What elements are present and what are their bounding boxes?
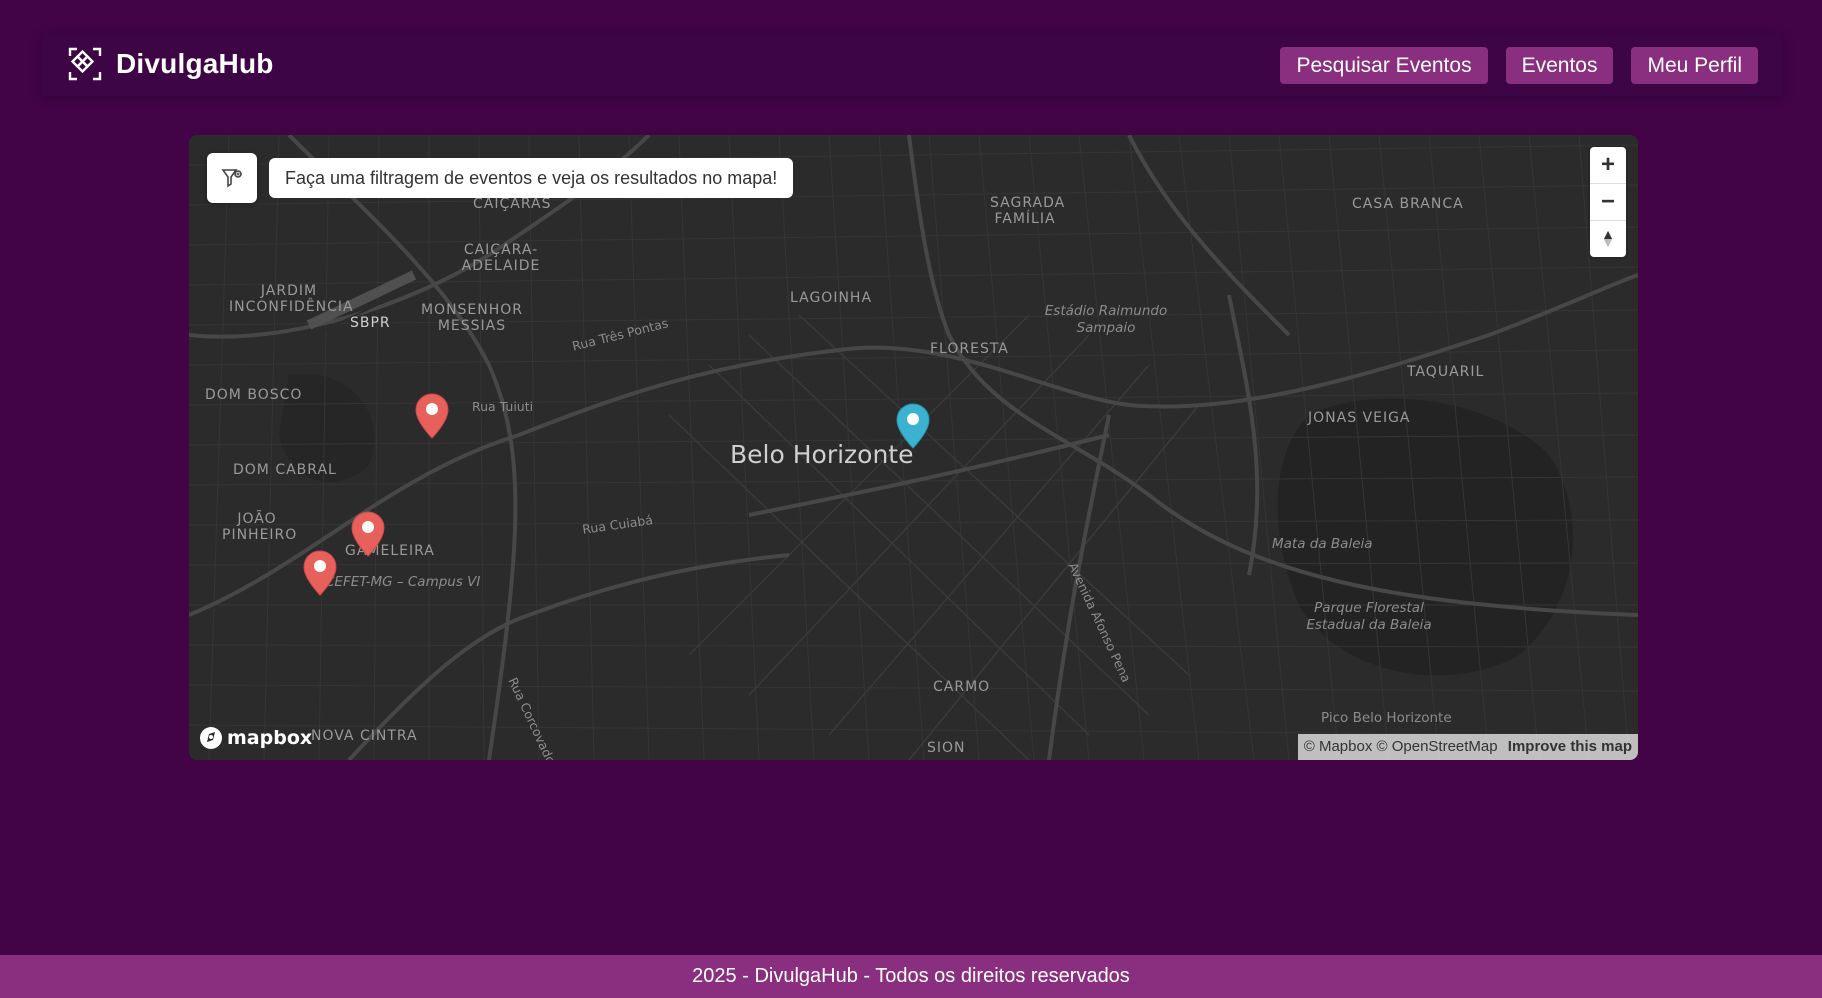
neighborhood-label: CARMO bbox=[933, 679, 991, 695]
neighborhood-label: CAIÇARAS bbox=[473, 196, 552, 212]
neighborhood-label: CASA BRANCA bbox=[1352, 196, 1464, 212]
brand-name: DivulgaHub bbox=[116, 48, 274, 79]
poi-label: Pico Belo Horizonte bbox=[1321, 710, 1452, 726]
filter-hint: Faça uma filtragem de eventos e veja os … bbox=[269, 158, 794, 198]
header: DivulgaHub Pesquisar Eventos Eventos Meu… bbox=[42, 34, 1782, 96]
poi-label: Mata da Baleia bbox=[1272, 536, 1373, 552]
zoom-out-button[interactable]: − bbox=[1590, 184, 1626, 221]
neighborhood-label: SBPR bbox=[350, 315, 391, 331]
poi-label: Parque Florestal Estadual da Baleia bbox=[1306, 600, 1432, 633]
mapbox-logo[interactable]: mapbox bbox=[199, 726, 312, 750]
user-location-marker[interactable] bbox=[896, 403, 930, 449]
city-label: Belo Horizonte bbox=[730, 440, 914, 469]
neighborhood-label: CAIÇARA- ADELAIDE bbox=[461, 242, 541, 274]
filter-icon bbox=[221, 169, 242, 188]
brand[interactable]: DivulgaHub bbox=[68, 47, 274, 81]
neighborhood-label: JARDIM INCONFIDÊNCIA bbox=[229, 283, 354, 315]
filter-button[interactable] bbox=[207, 153, 257, 203]
poi-label: Estádio Raimundo Sampaio bbox=[1044, 303, 1168, 336]
neighborhood-label: DOM CABRAL bbox=[233, 462, 337, 478]
event-marker[interactable] bbox=[303, 550, 337, 596]
neighborhood-label: JOÃO PINHEIRO bbox=[222, 511, 298, 543]
neighborhood-label: JONAS VEIGA bbox=[1308, 410, 1411, 426]
poi-label: CEFET-MG – Campus VI bbox=[325, 574, 481, 590]
neighborhood-label: MONSENHOR MESSIAS bbox=[420, 302, 524, 334]
neighborhood-label: TAQUARIL bbox=[1407, 364, 1485, 380]
compass-button[interactable]: ▲ ▲ bbox=[1590, 221, 1626, 257]
zoom-in-button[interactable]: + bbox=[1590, 147, 1626, 184]
footer: 2025 - DivulgaHub - Todos os direitos re… bbox=[0, 955, 1822, 998]
neighborhood-label: NOVA CINTRA bbox=[311, 728, 418, 744]
zoom-control: + − ▲ ▲ bbox=[1590, 147, 1626, 257]
events-button[interactable]: Eventos bbox=[1505, 47, 1614, 84]
neighborhood-label: FLORESTA bbox=[930, 341, 1009, 357]
neighborhood-label: SAGRADA FAMÍLIA bbox=[990, 195, 1066, 227]
search-events-button[interactable]: Pesquisar Eventos bbox=[1280, 47, 1488, 84]
diamond-grid-icon bbox=[68, 47, 102, 81]
neighborhood-label: LAGOINHA bbox=[790, 290, 873, 306]
improve-map-link[interactable]: Improve this map bbox=[1508, 738, 1632, 755]
neighborhood-label: SION bbox=[927, 740, 966, 756]
neighborhood-label: DOM BOSCO bbox=[205, 387, 303, 403]
event-marker[interactable] bbox=[415, 393, 449, 439]
main-nav: Pesquisar Eventos Eventos Meu Perfil bbox=[1262, 47, 1758, 84]
road-label: Rua Tuiuti bbox=[472, 399, 534, 414]
my-profile-button[interactable]: Meu Perfil bbox=[1631, 47, 1758, 84]
mapbox-icon bbox=[200, 727, 222, 749]
mapbox-wordmark: mapbox bbox=[227, 727, 313, 749]
attribution-text[interactable]: © Mapbox © OpenStreetMap bbox=[1304, 738, 1498, 755]
events-map[interactable]: CAIÇARAS CAIÇARA- ADELAIDE JARDIM INCONF… bbox=[189, 135, 1638, 760]
event-marker[interactable] bbox=[351, 511, 385, 557]
map-attribution: © Mapbox © OpenStreetMap Improve this ma… bbox=[1297, 734, 1638, 760]
compass-south-icon: ▲ bbox=[1601, 236, 1615, 252]
